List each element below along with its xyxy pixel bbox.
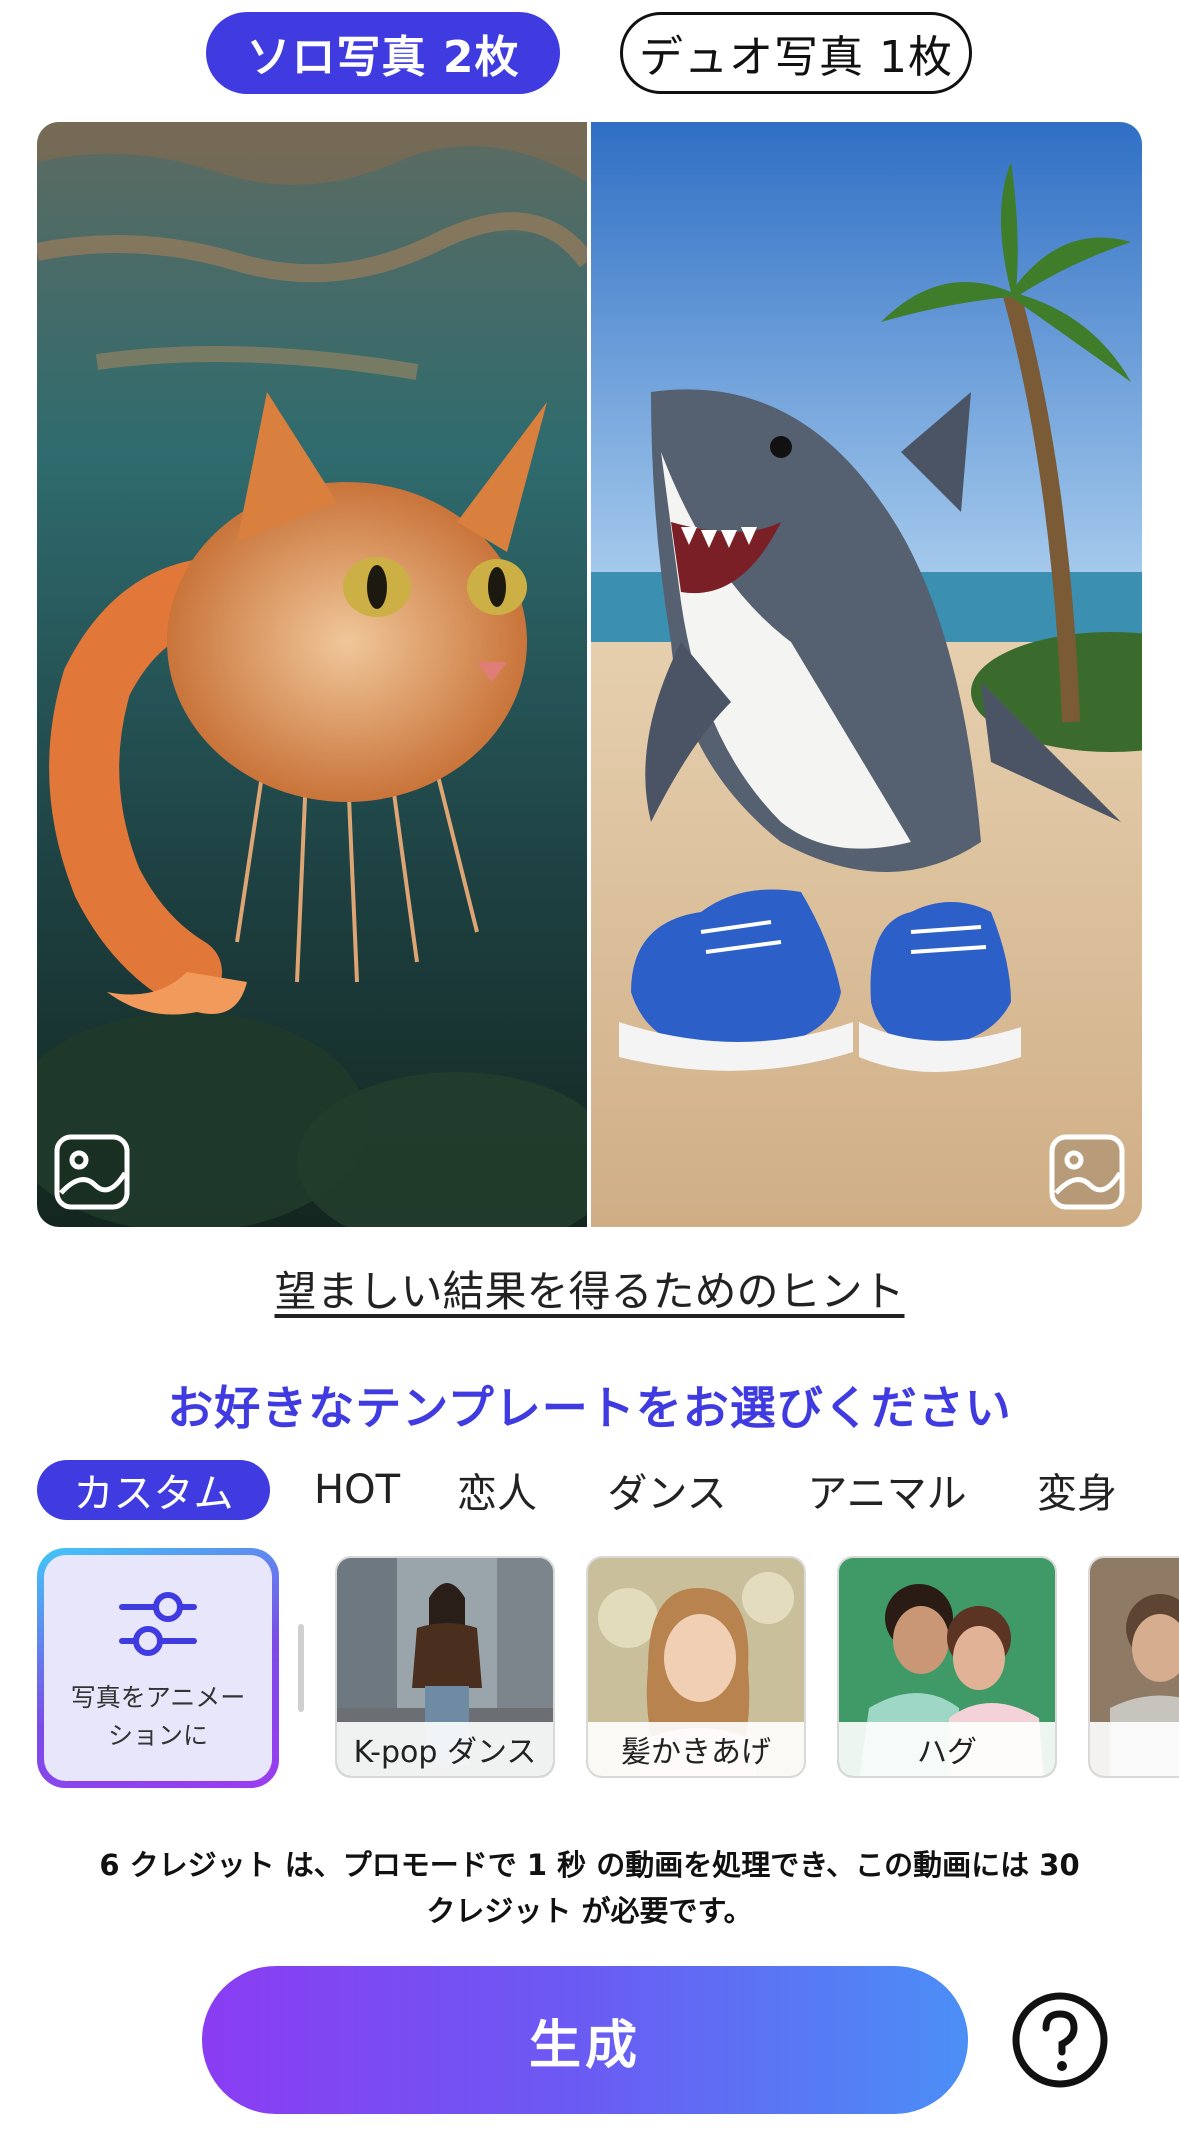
tab-hot[interactable]: HOT [297,1460,417,1520]
cat-shrimp-photo [37,122,587,1227]
template-card-partial[interactable]: キ [1088,1556,1179,1778]
template-card-label: K-pop ダンス [337,1722,553,1776]
tab-transform[interactable]: 変身 [1027,1460,1127,1520]
tab-custom[interactable]: カスタム [37,1460,270,1520]
tips-link[interactable]: 望ましい結果を得るためのヒント [0,1258,1179,1319]
template-card-label: キ [1090,1722,1179,1776]
credit-info-line2: クレジット が必要です。 [426,1894,753,1928]
template-card-label: ハグ [839,1722,1055,1776]
question-circle-icon[interactable] [1008,1988,1112,2092]
solo-photo-mode-button[interactable]: ソロ写真 2枚 [206,12,560,94]
custom-animate-card[interactable]: 写真をアニメー ションに [37,1548,279,1788]
custom-card-label: 写真をアニメー ションに [71,1679,246,1755]
template-card-kpop-dance[interactable]: K-pop ダンス [335,1556,555,1778]
photo-upload-area [37,122,1142,1227]
tab-dance[interactable]: ダンス [597,1460,737,1520]
template-card-hug[interactable]: ハグ [837,1556,1057,1778]
generate-button[interactable]: 生成 [202,1966,968,2114]
image-icon[interactable] [53,1133,131,1211]
custom-card-label-line2: ションに [107,1721,208,1750]
template-section-title: お好きなテンプレートをお選びください [167,1381,1012,1435]
app-screen: ソロ写真 2枚 デュオ写真 1枚 望ましい結果を得るためのヒント お好きなテンプ… [0,0,1179,2132]
credit-info-line1: 6 クレジット は、プロモードで 1 秒 の動画を処理でき、この動画には 30 [99,1848,1080,1882]
template-card-label: 髪かきあげ [588,1722,804,1776]
template-card-hair-flip[interactable]: 髪かきあげ [586,1556,806,1778]
tab-lovers[interactable]: 恋人 [447,1460,547,1520]
sliders-icon [119,1592,197,1656]
duo-photo-mode-button[interactable]: デュオ写真 1枚 [620,12,972,94]
photo-mode-toggle: ソロ写真 2枚 デュオ写真 1枚 [0,12,1179,94]
template-category-tabs: カスタム HOT 恋人 ダンス アニマル 変身 [37,1460,1179,1524]
template-carousel[interactable]: 写真をアニメー ションに K-pop ダンス 髪かきあげ ハグ [0,1548,1179,1788]
custom-card-body: 写真をアニメー ションに [44,1555,272,1781]
tab-animal[interactable]: アニマル [797,1460,977,1520]
carousel-divider [298,1624,304,1712]
photo-slot-2[interactable] [591,122,1142,1227]
shark-sneakers-photo [591,122,1142,1227]
image-icon[interactable] [1048,1133,1126,1211]
custom-card-label-line1: 写真をアニメー [70,1683,246,1712]
credit-info-text: 6 クレジット は、プロモードで 1 秒 の動画を処理でき、この動画には 30 … [80,1842,1099,1934]
photo-slot-1[interactable] [37,122,587,1227]
